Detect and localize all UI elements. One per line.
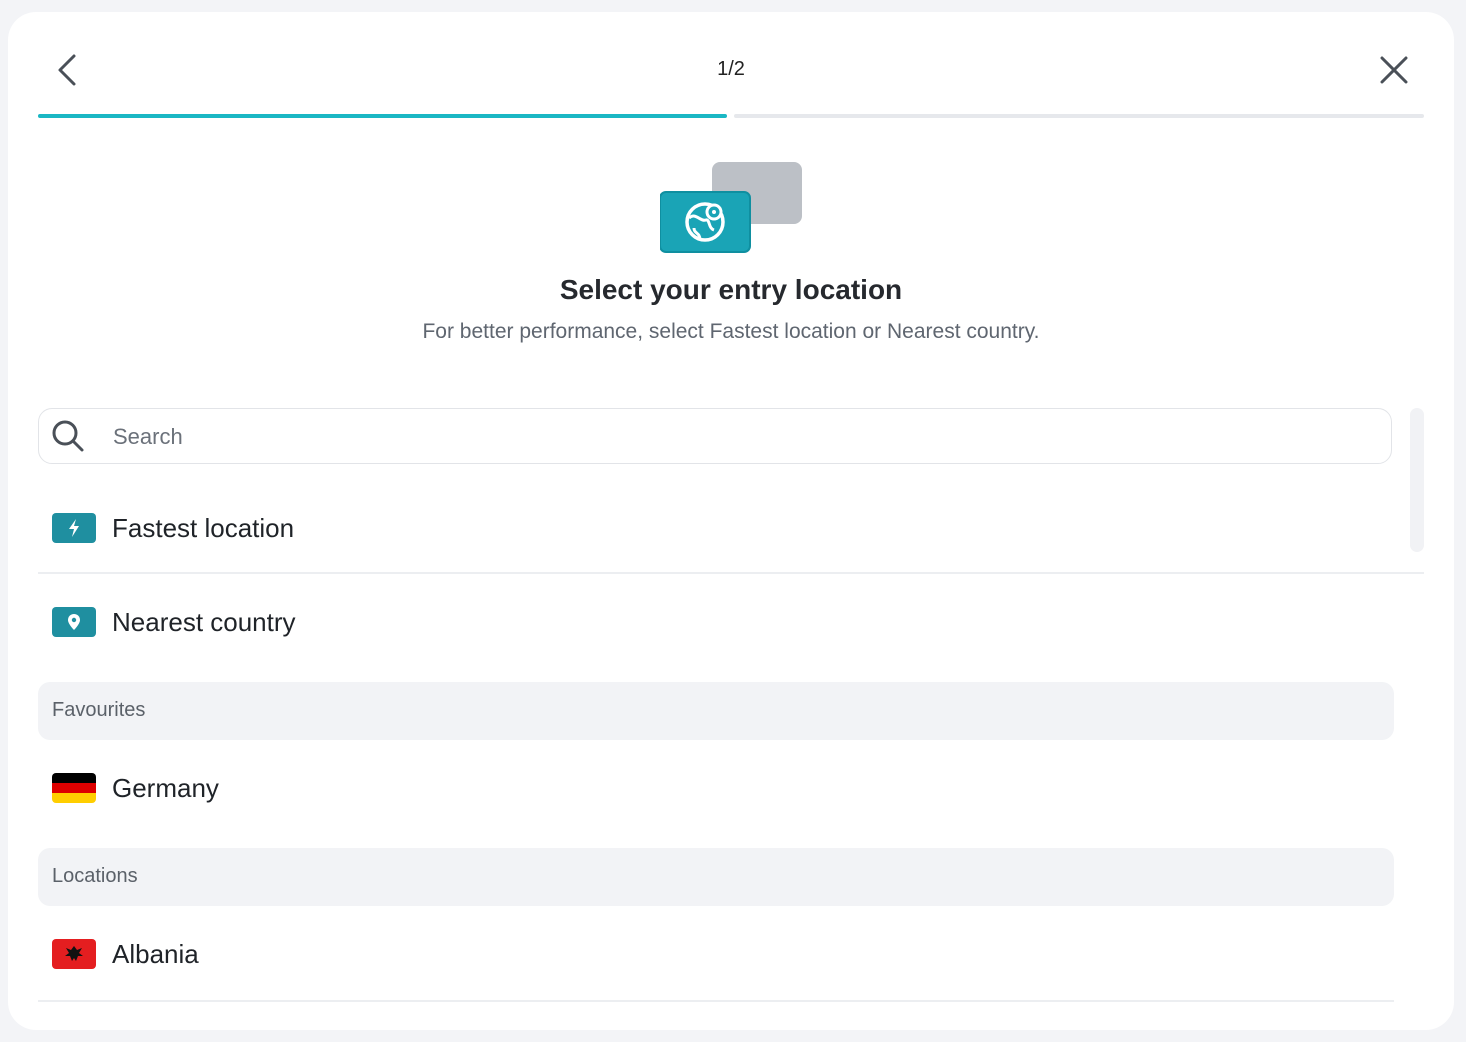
dialog-header: 1/2 <box>8 12 1454 122</box>
search-input[interactable] <box>111 417 1375 457</box>
search-box <box>38 408 1392 464</box>
favourites-section-header: Favourites <box>38 682 1394 740</box>
step-indicator: 1/2 <box>717 58 745 80</box>
search-icon <box>52 420 84 452</box>
divider <box>38 1000 1394 1002</box>
germany-label: Germany <box>112 772 219 803</box>
close-icon <box>1380 56 1408 84</box>
albania-flag-icon <box>52 939 96 969</box>
germany-flag-icon <box>52 773 96 803</box>
entry-location-dialog: 1/2 Select your entry location For bette… <box>8 12 1454 1030</box>
progress-fill-step-1 <box>38 114 727 118</box>
lightning-icon <box>52 513 96 543</box>
fastest-location-label: Fastest location <box>112 512 295 543</box>
divider <box>38 572 1424 574</box>
fastest-location-option[interactable]: Fastest location <box>38 492 1424 564</box>
page-title: Select your entry location <box>559 274 903 305</box>
globe-pin-icon <box>660 162 802 253</box>
locations-header-label: Locations <box>52 865 138 887</box>
close-button[interactable] <box>1374 50 1414 90</box>
locations-section-header: Locations <box>38 848 1394 906</box>
albania-label: Albania <box>112 938 199 969</box>
nearest-country-label: Nearest country <box>112 606 296 637</box>
progress-track-step-2 <box>734 114 1424 118</box>
step-progress-bar <box>38 114 1424 118</box>
nearest-country-option[interactable]: Nearest country <box>38 586 1424 658</box>
page-subtitle: For better performance, select Fastest l… <box>422 320 1040 343</box>
location-pin-icon <box>52 607 96 637</box>
location-row-albania[interactable]: Albania <box>38 918 1424 990</box>
favourites-header-label: Favourites <box>52 699 146 721</box>
location-row-germany[interactable]: Germany <box>38 752 1424 824</box>
